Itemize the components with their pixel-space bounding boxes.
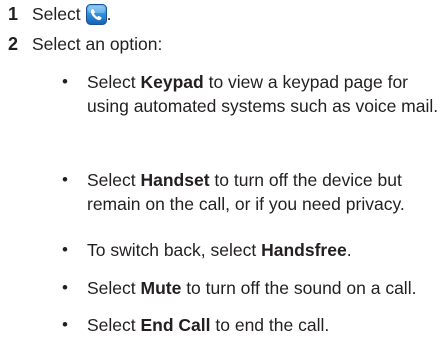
phone-call-icon [85, 3, 107, 25]
instruction-page: 1 Select . 2 Select an option: • Select … [0, 0, 442, 335]
bullet: • [62, 315, 68, 334]
step-text-after: . [106, 4, 112, 24]
step-number: 1 [8, 4, 19, 24]
bullet: • [62, 170, 68, 189]
list-item-text: Select End Call to end the call. [87, 315, 330, 335]
step-number: 2 [8, 34, 19, 54]
bullet: • [62, 278, 68, 297]
step-text: Select . [32, 2, 112, 26]
list-item-text: Select Mute to turn off the sound on a c… [87, 278, 417, 298]
option-handset: Handset [140, 170, 210, 190]
option-keypad: Keypad [140, 72, 204, 92]
list-item-text: To switch back, select Handsfree. [87, 240, 352, 260]
step-text: Select an option: [32, 34, 163, 54]
bullet: • [62, 240, 68, 259]
bullet: • [62, 72, 68, 91]
list-item-text: Select Handset to turn off the device bu… [87, 170, 405, 214]
option-end-call: End Call [140, 315, 211, 335]
list-item-text: Select Keypad to view a keypad page for … [87, 72, 439, 116]
option-handsfree: Handsfree [261, 240, 347, 260]
step-text-before: Select [32, 4, 81, 24]
option-mute: Mute [140, 278, 182, 298]
